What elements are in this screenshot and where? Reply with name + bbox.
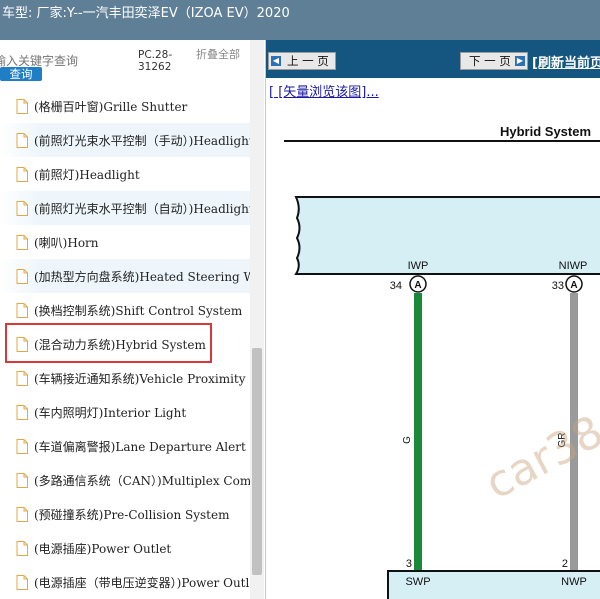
document-icon	[16, 371, 28, 386]
watermark: car38	[477, 406, 600, 510]
document-icon	[16, 201, 28, 216]
wiring-diagram: Hybrid System IWP NIWP 34 33 A A G GR ca…	[284, 124, 600, 599]
prev-page-button[interactable]: ◀ 上 一 页	[268, 52, 336, 70]
tree-item[interactable]: (车内照明灯)Interior Light	[0, 395, 250, 429]
tree-item[interactable]: (车辆接近通知系统)Vehicle Proximity Notification…	[0, 361, 250, 395]
document-icon	[16, 167, 28, 182]
collapse-all-link[interactable]: 折叠全部	[196, 49, 240, 61]
document-icon	[16, 575, 28, 590]
tree-item-label: (加热型方向盘系统)Heated Steering Wheel System	[34, 270, 250, 284]
document-code: PC.28-31262	[138, 49, 173, 73]
tree-item-label: (格栅百叶窗)Grille Shutter	[34, 100, 188, 114]
tree-item-label: (多路通信系统（CAN）)Multiplex Communication Sys…	[34, 474, 250, 488]
refresh-page-link[interactable]: [刷新当前页]	[532, 52, 600, 71]
diagram-title: Hybrid System	[500, 124, 591, 139]
tree-item[interactable]: (电源插座)Power Outlet	[0, 531, 250, 565]
document-icon	[16, 235, 28, 250]
tree-item[interactable]: (前照灯光束水平控制（手动）)Headlight Beam Level Cont…	[0, 123, 250, 157]
bottom-pin-number-2: 2	[562, 558, 568, 570]
tree-item[interactable]: (加热型方向盘系统)Heated Steering Wheel System	[0, 259, 250, 293]
arrow-left-icon: ◀	[271, 56, 281, 66]
search-row: 查询 PC.28-31262 折叠全部	[0, 40, 266, 86]
tree-item-label: (前照灯光束水平控制（手动）)Headlight Beam Level Cont…	[34, 134, 250, 148]
tree-item-label: (车辆接近通知系统)Vehicle Proximity Notification…	[34, 372, 250, 386]
tree-item[interactable]: (格栅百叶窗)Grille Shutter	[0, 89, 250, 123]
tree-item-label: (车内照明灯)Interior Light	[34, 406, 187, 420]
next-page-button[interactable]: 下 一 页 ▶	[460, 52, 528, 70]
selected-item-highlight	[5, 323, 212, 363]
title-bar: 车型: 厂家:Y--一汽丰田奕泽EV（IZOA EV）2020	[0, 0, 600, 40]
document-icon	[16, 303, 28, 318]
tree-item[interactable]: (多路通信系统（CAN）)Multiplex Communication Sys…	[0, 463, 250, 497]
tree-scrollbar-thumb[interactable]	[252, 348, 262, 575]
arrow-right-icon: ▶	[515, 56, 525, 66]
tree-item[interactable]: (喇叭)Horn	[0, 225, 250, 259]
search-button[interactable]: 查询	[0, 67, 42, 81]
tree-item-label: (前照灯光束水平控制（自动）)Headlight Beam Level Cont…	[34, 202, 250, 216]
document-icon	[16, 439, 28, 454]
right-panel: ◀ 上 一 页 下 一 页 ▶ [刷新当前页] [ [矢量浏览该图]... Hy…	[266, 40, 600, 599]
pin-name-niwp: NIWP	[559, 260, 588, 272]
pin-number-34: 34	[390, 280, 402, 292]
document-icon	[16, 133, 28, 148]
vector-view-link[interactable]: [ [矢量浏览该图]...	[269, 81, 379, 100]
document-icon	[16, 269, 28, 284]
document-icon	[16, 507, 28, 522]
page-toolbar: ◀ 上 一 页 下 一 页 ▶ [刷新当前页]	[266, 40, 600, 78]
tree-item[interactable]: (前照灯光束水平控制（自动）)Headlight Beam Level Cont…	[0, 191, 250, 225]
tree-item-label: (电源插座（带电压逆变器）)Power Outlet (with Voltage…	[34, 576, 250, 590]
tree-item[interactable]: (前照灯)Headlight	[0, 157, 250, 191]
document-icon	[16, 405, 28, 420]
tree-item-label: (喇叭)Horn	[34, 236, 99, 250]
prev-page-label: 上 一 页	[287, 54, 329, 68]
connector-a-label: A	[570, 280, 577, 291]
title-text: 车型: 厂家:Y--一汽丰田奕泽EV（IZOA EV）2020	[2, 6, 290, 21]
tree-item[interactable]: (预碰撞系统)Pre-Collision System	[0, 497, 250, 531]
connector-a-label: A	[414, 280, 421, 291]
document-icon	[16, 473, 28, 488]
tree-item[interactable]: (电源插座（带电压逆变器）)Power Outlet (with Voltage…	[0, 565, 250, 599]
tree-item[interactable]: (换档控制系统)Shift Control System	[0, 293, 250, 327]
next-page-label: 下 一 页	[469, 54, 511, 68]
document-icon	[16, 99, 28, 114]
tree-item-label: (电源插座)Power Outlet	[34, 542, 172, 556]
wire-color-g: G	[402, 436, 413, 444]
tree-item-label: (前照灯)Headlight	[34, 168, 140, 182]
tree-item-label: (车道偏离警报)Lane Departure Alert	[34, 440, 246, 454]
ecu-box	[294, 196, 600, 275]
pin-number-33: 33	[552, 280, 564, 292]
tree-item-label: (预碰撞系统)Pre-Collision System	[34, 508, 230, 522]
tree-item[interactable]: (车道偏离警报)Lane Departure Alert	[0, 429, 250, 463]
left-panel: 查询 PC.28-31262 折叠全部 (格栅百叶窗)Grille Shutte…	[0, 40, 266, 599]
pin-name-nwp: NWP	[561, 576, 587, 588]
document-icon	[16, 541, 28, 556]
tree-item-label: (换档控制系统)Shift Control System	[34, 304, 243, 318]
pin-name-iwp: IWP	[408, 260, 429, 272]
bottom-pin-number-3: 3	[406, 558, 412, 570]
pin-name-swp: SWP	[405, 576, 430, 588]
